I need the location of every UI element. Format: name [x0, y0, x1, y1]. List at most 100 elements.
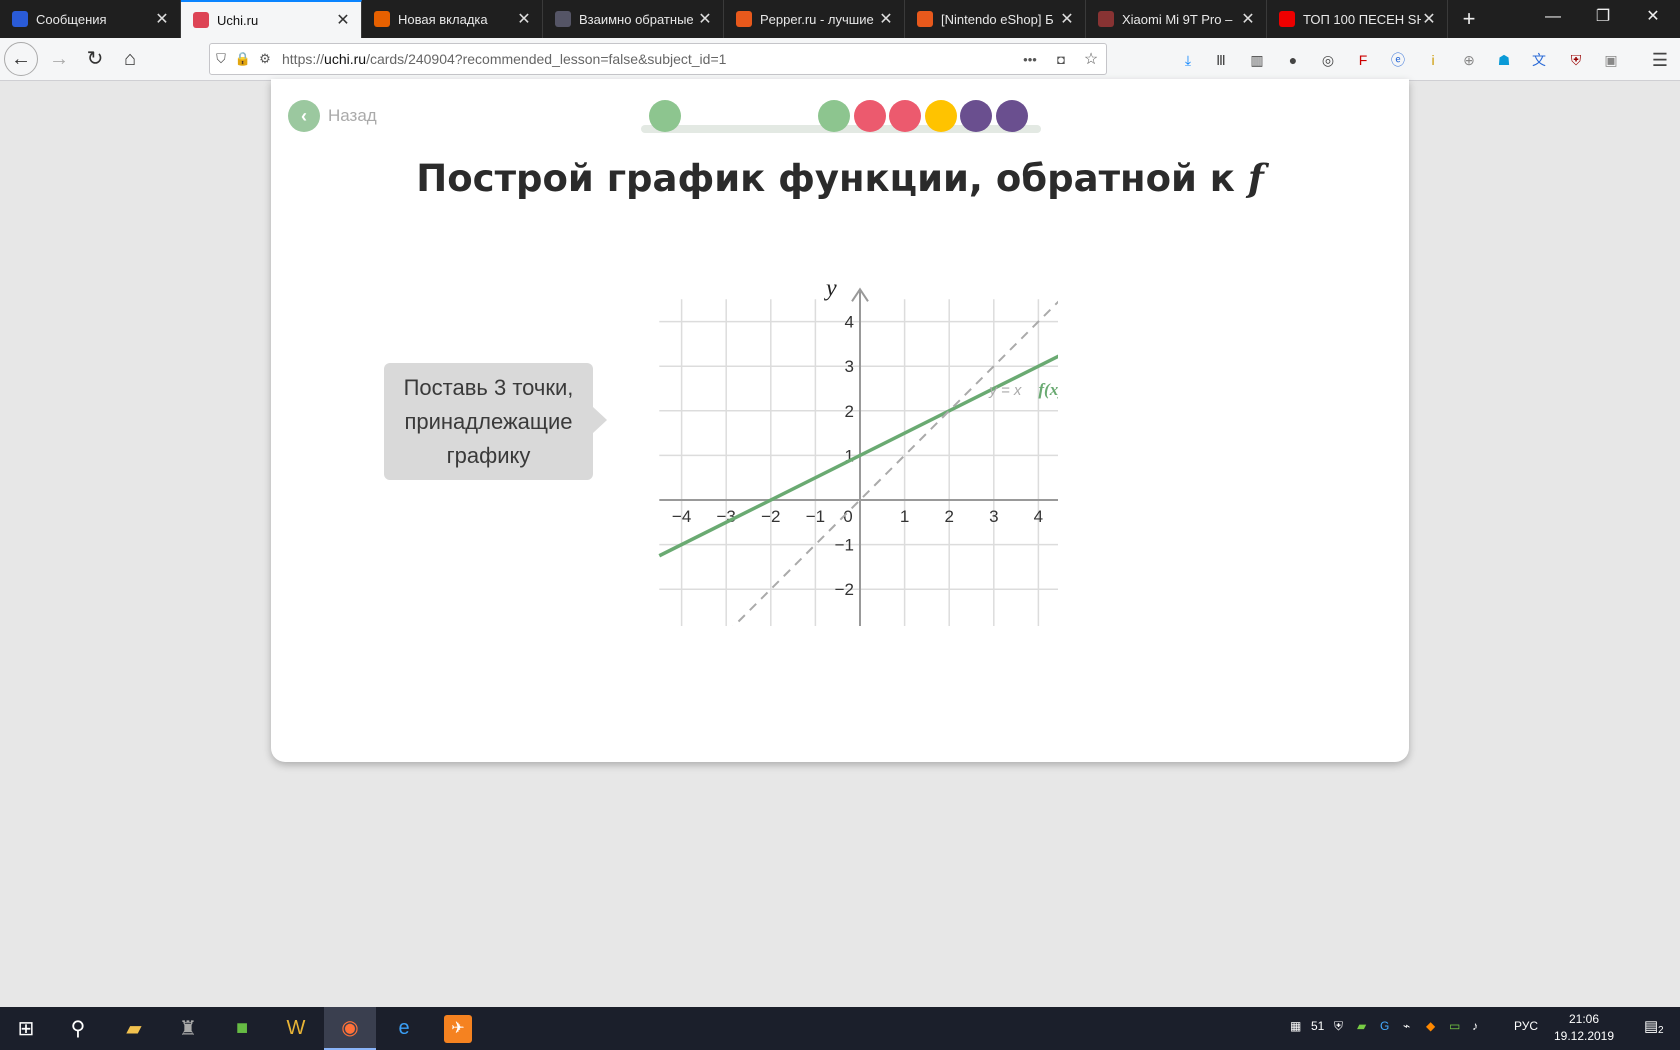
x-tick-label: 4 — [1034, 507, 1043, 526]
tray-count[interactable]: 51 — [1311, 1019, 1324, 1033]
x-tick-label: 1 — [900, 507, 909, 526]
close-window-button[interactable]: ✕ — [1628, 0, 1678, 34]
hint-line: Поставь 3 точки, — [403, 374, 574, 400]
extension-e-icon[interactable]: ⓔ — [1388, 50, 1408, 70]
shield-icon[interactable]: ⛉ — [210, 51, 232, 67]
edge-icon[interactable]: e — [378, 1007, 430, 1050]
address-bar[interactable]: ⛉ 🔒 ⚙ https://uchi.ru/cards/240904?recom… — [209, 43, 1107, 75]
back-link[interactable]: ‹ Назад — [288, 100, 377, 132]
notifications-icon[interactable]: ▤ — [1644, 1017, 1658, 1035]
world-of-tanks-icon[interactable]: ♜ — [162, 1007, 214, 1050]
lock-icon[interactable]: 🔒 — [232, 51, 254, 67]
tray-app-icon[interactable]: ▦ — [1290, 1019, 1301, 1033]
hint-bubble: Поставь 3 точки, принадлежащие графику — [384, 363, 607, 480]
page-content: ‹ Назад Построй график функции, обратной… — [0, 79, 1680, 1007]
tray-battery-icon[interactable]: ▭ — [1449, 1019, 1460, 1033]
progress-dot — [996, 100, 1028, 132]
tab-8[interactable]: ТОП 100 ПЕСЕН SH ✕ — [1267, 0, 1448, 38]
restore-button[interactable]: ❐ — [1578, 0, 1628, 34]
language-indicator[interactable]: РУС — [1514, 1019, 1538, 1033]
chat-icon — [12, 11, 28, 27]
globe-icon[interactable]: ⊕ — [1459, 50, 1479, 70]
tab-3[interactable]: Новая вкладка ✕ — [362, 0, 543, 38]
close-tab-icon[interactable]: ✕ — [1059, 9, 1075, 29]
y-axis-label: y — [824, 275, 837, 301]
pocket-icon[interactable]: ◘ — [1046, 52, 1076, 67]
library-icon[interactable]: Ⅲ — [1211, 50, 1231, 70]
progress-dot — [889, 100, 921, 132]
app-orange-icon[interactable]: ✈ — [432, 1007, 484, 1050]
account-icon[interactable]: ● — [1283, 50, 1303, 70]
tab-title: ТОП 100 ПЕСЕН SH — [1303, 11, 1421, 27]
hint-line: графику — [446, 442, 531, 468]
firefox-icon — [374, 11, 390, 27]
close-tab-icon[interactable]: ✕ — [697, 9, 713, 29]
page-title: Построй график функции, обратной к f — [416, 156, 1264, 200]
extension-box-icon[interactable]: ▣ — [1601, 50, 1621, 70]
tray-network-icon[interactable]: ⌁ — [1403, 1019, 1410, 1033]
tab-2[interactable]: Uchi.ru ✕ — [181, 0, 362, 38]
extension-icon[interactable]: ◎ — [1318, 50, 1338, 70]
y-tick-label: −3 — [835, 625, 854, 626]
close-tab-icon[interactable]: ✕ — [154, 9, 170, 29]
extension-i-icon[interactable]: i — [1423, 50, 1443, 70]
close-tab-icon[interactable]: ✕ — [516, 9, 532, 29]
extension-f-icon[interactable]: F — [1353, 50, 1373, 70]
firefox-taskbar-icon[interactable]: ◉ — [324, 1007, 376, 1050]
new-tab-button[interactable]: + — [1454, 4, 1484, 34]
tab-title: Новая вкладка — [398, 11, 488, 27]
tab-1[interactable]: Сообщения ✕ — [0, 0, 181, 38]
tray-g-icon[interactable]: G — [1380, 1019, 1389, 1033]
tray-shield-icon[interactable]: ⛨ — [1334, 1019, 1343, 1034]
lesson-progress — [641, 98, 1041, 138]
coordinate-plane[interactable]: −4−3−2−101234−4−3−2−11234xyy = xf(x) — [638, 206, 1058, 626]
tray-volume-icon[interactable]: ♪ — [1472, 1019, 1478, 1033]
clock-date: 19.12.2019 — [1553, 1029, 1615, 1043]
downloads-icon[interactable]: ⤓ — [1178, 50, 1198, 70]
close-tab-icon[interactable]: ✕ — [335, 10, 351, 30]
reload-button[interactable]: ↻ — [78, 42, 112, 76]
clock[interactable]: 21:06 19.12.2019 — [1552, 1011, 1616, 1045]
progress-dot — [818, 100, 850, 132]
tab-4[interactable]: Взаимно обратные ✕ — [543, 0, 724, 38]
close-tab-icon[interactable]: ✕ — [1421, 9, 1437, 29]
x-tick-label: 3 — [989, 507, 998, 526]
identity-line-label: y = x — [988, 382, 1022, 399]
close-tab-icon[interactable]: ✕ — [878, 9, 894, 29]
minecraft-icon[interactable]: ■ — [216, 1007, 268, 1050]
forward-button[interactable]: → — [42, 42, 76, 76]
x-tick-label: −4 — [672, 507, 691, 526]
tab-7[interactable]: Xiaomi Mi 9T Pro – ✕ — [1086, 0, 1267, 38]
tab-title: Xiaomi Mi 9T Pro – — [1122, 11, 1233, 27]
menu-icon[interactable]: ☰ — [1650, 50, 1670, 70]
file-explorer-icon[interactable]: ▰ — [108, 1007, 160, 1050]
tab-title: Pepper.ru - лучшие — [760, 11, 874, 27]
back-label: Назад — [328, 106, 377, 125]
home-button[interactable]: ⌂ — [113, 42, 147, 76]
ghost-icon[interactable]: ☗ — [1494, 50, 1514, 70]
tab-5[interactable]: Pepper.ru - лучшие ✕ — [724, 0, 905, 38]
wow-icon[interactable]: W — [270, 1007, 322, 1050]
taskbar: ⊞ ⚲ ▰ ♜ ■ W ◉ e ✈ ▦ 51 ⛨ ▰ G ⌁ ◆ ▭ ♪ РУС… — [0, 1007, 1680, 1050]
back-button[interactable]: ← — [4, 42, 38, 76]
y-tick-label: −1 — [835, 536, 854, 555]
y-tick-label: 4 — [845, 313, 854, 332]
start-icon[interactable]: ⊞ — [0, 1007, 52, 1050]
tray-nvidia-icon[interactable]: ▰ — [1357, 1019, 1366, 1033]
progress-dot — [649, 100, 681, 132]
tab-6[interactable]: [Nintendo eShop] Б ✕ — [905, 0, 1086, 38]
progress-dot — [854, 100, 886, 132]
translate-icon[interactable]: 文 — [1529, 50, 1549, 70]
url-text[interactable]: https://uchi.ru/cards/240904?recommended… — [282, 51, 1014, 67]
close-tab-icon[interactable]: ✕ — [1240, 9, 1256, 29]
y-tick-label: −2 — [835, 580, 854, 599]
tray-app2-icon[interactable]: ◆ — [1426, 1019, 1435, 1033]
sidebar-icon[interactable]: ▥ — [1247, 50, 1267, 70]
ublock-icon[interactable]: ⛨ — [1566, 50, 1586, 70]
permissions-icon[interactable]: ⚙ — [254, 51, 276, 67]
minimize-button[interactable]: — — [1528, 0, 1578, 34]
search-icon[interactable]: ⚲ — [52, 1007, 104, 1050]
hint-line: принадлежащие — [404, 408, 573, 434]
page-actions-icon[interactable]: ••• — [1014, 52, 1046, 67]
bookmark-star-icon[interactable]: ☆ — [1076, 49, 1106, 69]
